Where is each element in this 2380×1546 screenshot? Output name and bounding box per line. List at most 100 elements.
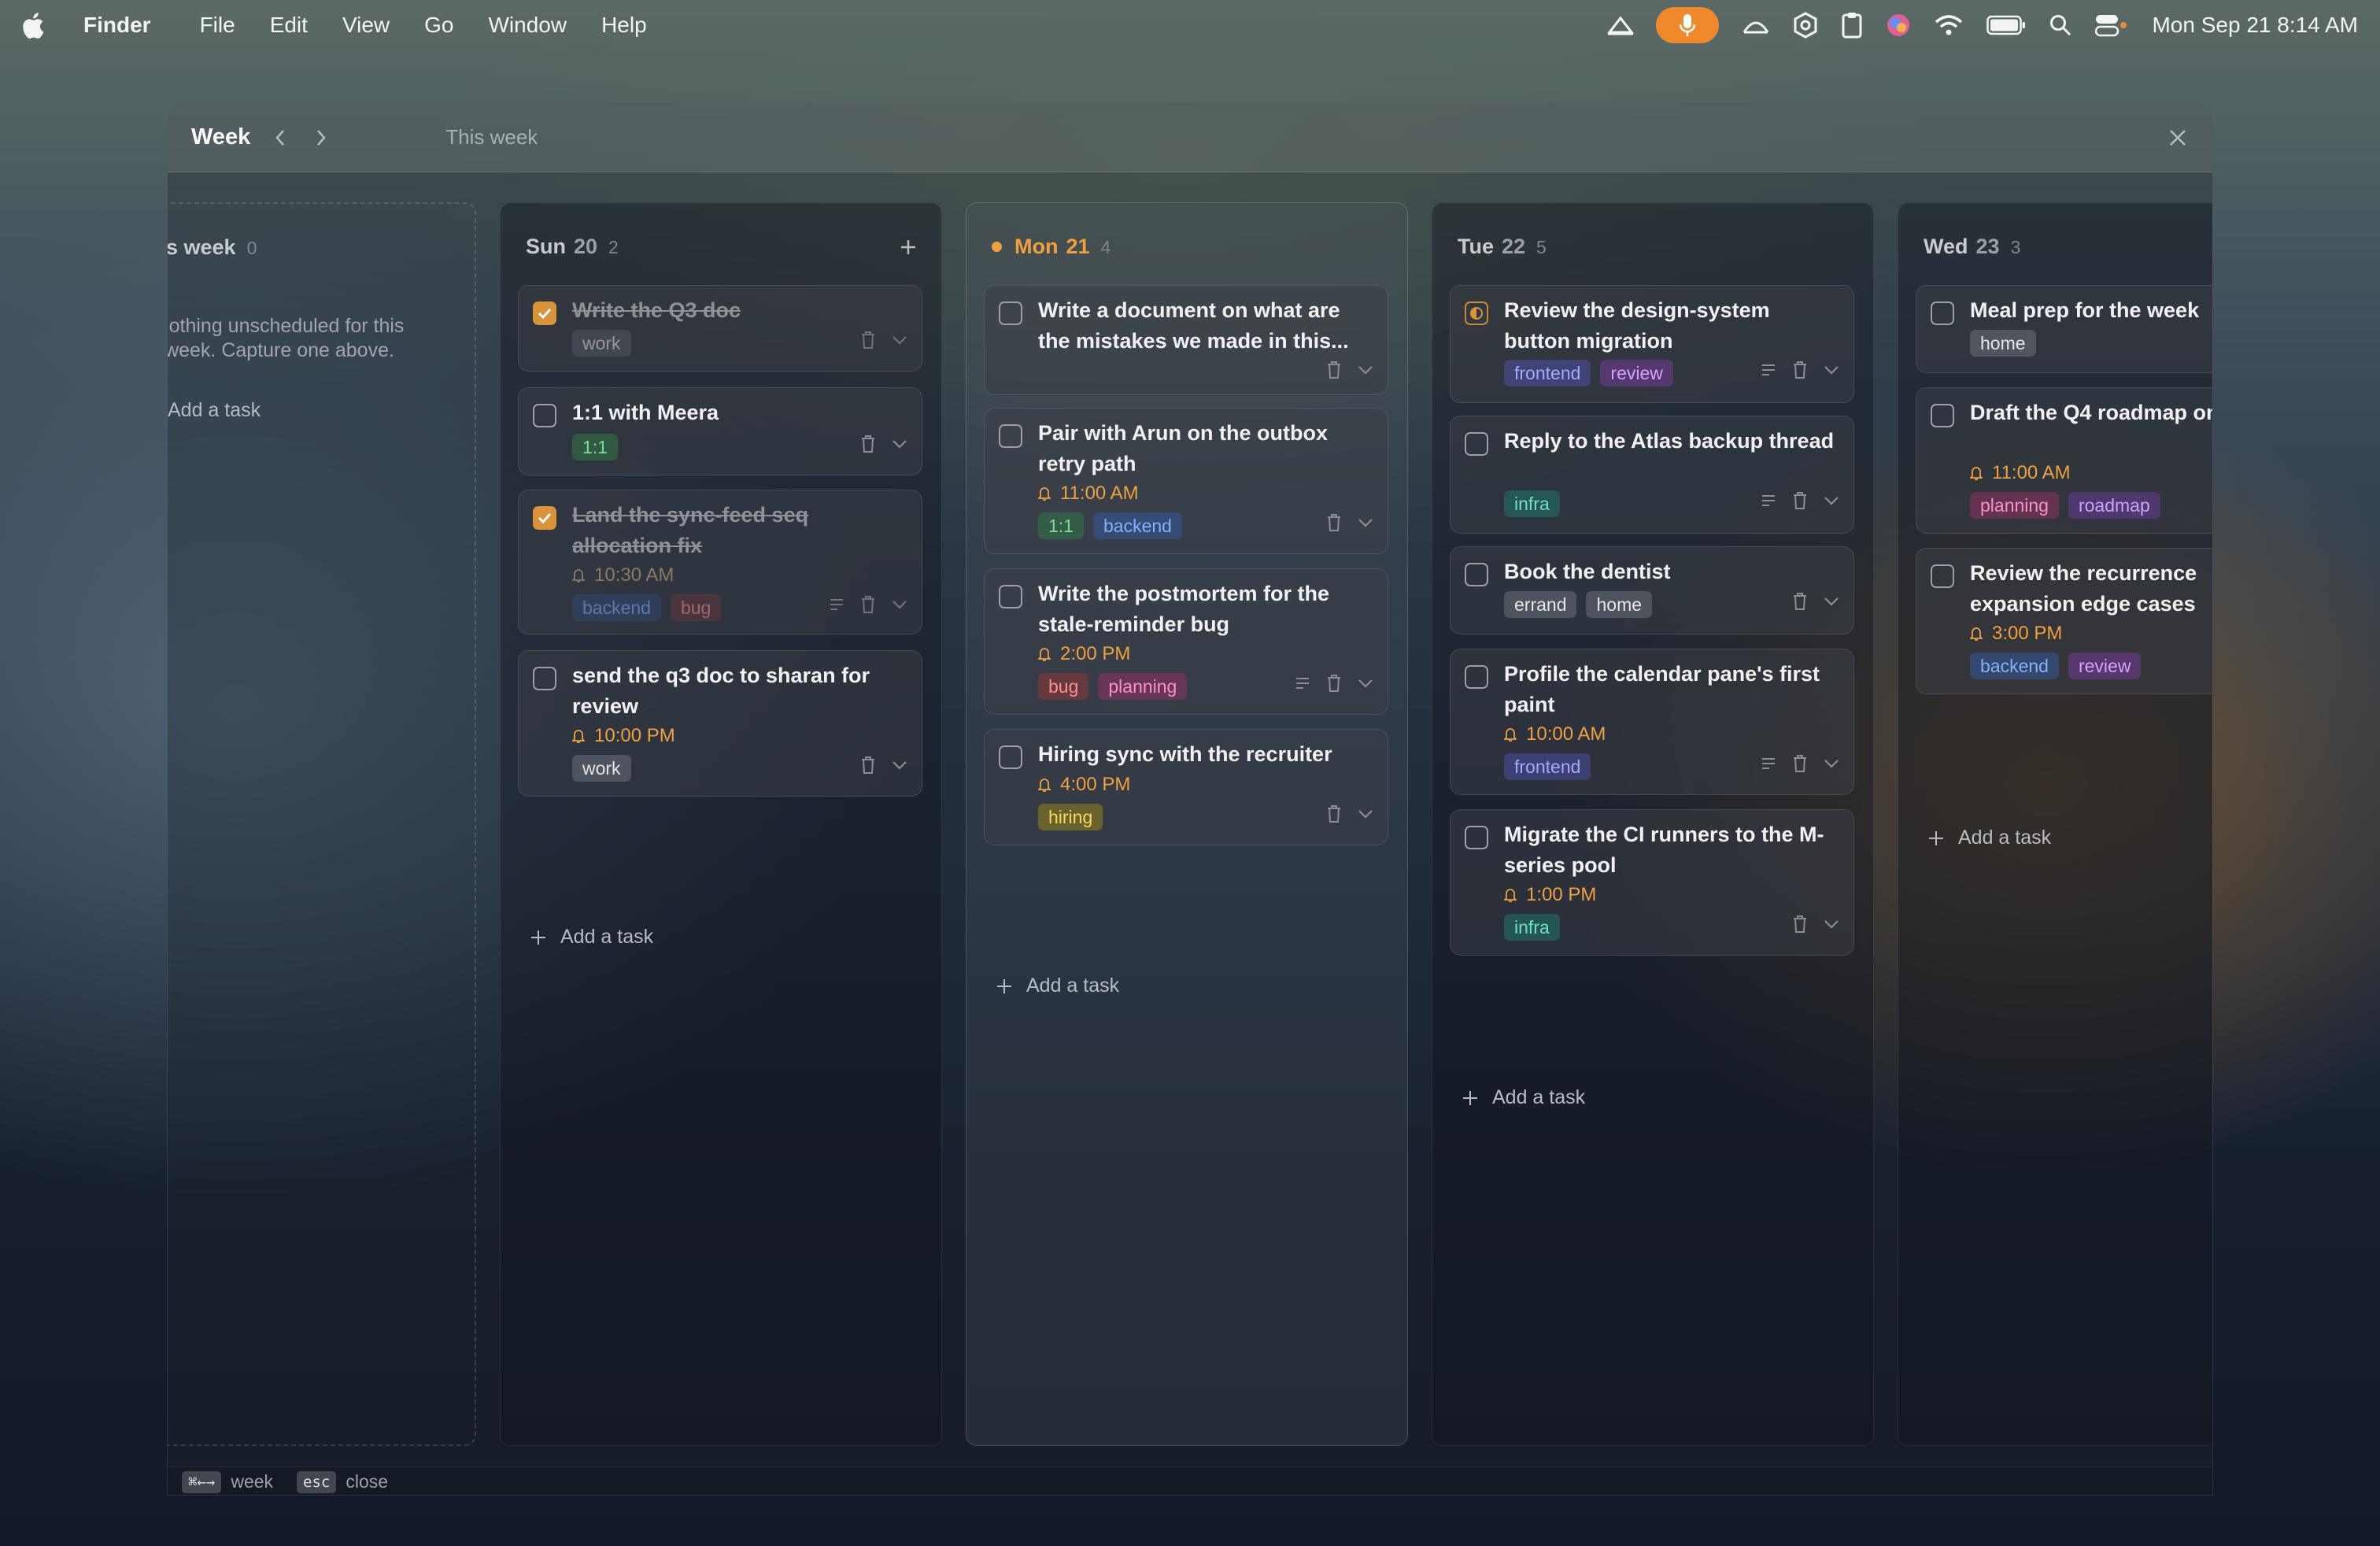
chevron-down-icon[interactable] bbox=[1356, 512, 1375, 533]
checkbox[interactable] bbox=[1465, 563, 1488, 586]
tag[interactable]: work bbox=[572, 755, 631, 782]
checkbox[interactable] bbox=[1465, 301, 1488, 325]
checkbox[interactable] bbox=[1931, 404, 1954, 427]
notes-icon[interactable] bbox=[1293, 673, 1312, 693]
add-task-button[interactable]: Add a task bbox=[168, 399, 261, 422]
tag[interactable]: infra bbox=[1504, 914, 1560, 941]
tag[interactable]: backend bbox=[1092, 512, 1182, 539]
menu-window[interactable]: Window bbox=[488, 13, 567, 38]
task-card[interactable]: Draft the Q4 roadmap one-pager 11:00 AM … bbox=[1916, 387, 2212, 534]
task-title[interactable]: send the q3 doc to sharan for review bbox=[572, 660, 903, 722]
task-card[interactable]: Write a document on what are the mistake… bbox=[984, 285, 1388, 395]
tag[interactable]: frontend bbox=[1504, 753, 1591, 780]
color-wheel-icon[interactable] bbox=[1886, 9, 1911, 41]
close-icon[interactable] bbox=[2164, 124, 2192, 152]
tag[interactable]: review bbox=[1600, 360, 1673, 386]
chevron-down-icon[interactable] bbox=[1356, 673, 1375, 693]
task-card[interactable]: Review the design-system button migratio… bbox=[1450, 285, 1854, 403]
tag[interactable]: hiring bbox=[1038, 804, 1103, 830]
task-card[interactable]: send the q3 doc to sharan for review 10:… bbox=[518, 650, 922, 797]
task-title[interactable]: Draft the Q4 roadmap one-pager bbox=[1970, 398, 2212, 428]
chevron-down-icon[interactable] bbox=[1822, 753, 1841, 774]
task-card[interactable]: Review the recurrence expansion edge cas… bbox=[1916, 548, 2212, 694]
chevron-down-icon[interactable] bbox=[1356, 360, 1375, 380]
chevron-down-icon[interactable] bbox=[1822, 914, 1841, 934]
tag[interactable]: infra bbox=[1504, 490, 1560, 517]
notes-icon[interactable] bbox=[827, 594, 846, 615]
task-card[interactable]: Write the postmortem for the stale-remin… bbox=[984, 568, 1388, 715]
checkbox[interactable] bbox=[999, 301, 1022, 325]
task-title[interactable]: Book the dentist bbox=[1504, 557, 1835, 587]
menu-help[interactable]: Help bbox=[601, 13, 647, 38]
trash-icon[interactable] bbox=[1791, 591, 1809, 612]
chevron-down-icon[interactable] bbox=[890, 330, 909, 350]
trash-icon[interactable] bbox=[1325, 360, 1343, 380]
tag[interactable]: backend bbox=[572, 594, 661, 621]
airdrop-icon[interactable] bbox=[1743, 9, 1769, 41]
trash-icon[interactable] bbox=[1791, 360, 1809, 380]
search-icon[interactable] bbox=[2049, 9, 2071, 41]
chevron-left-icon[interactable] bbox=[266, 124, 294, 152]
add-task-button[interactable]: Add a task bbox=[996, 975, 1119, 997]
chevron-down-icon[interactable] bbox=[1822, 490, 1841, 511]
tag[interactable]: 1:1 bbox=[572, 434, 618, 460]
task-card[interactable]: 1:1 with Meera 1:1 bbox=[518, 387, 922, 475]
tag[interactable]: roadmap bbox=[2068, 492, 2160, 519]
trash-icon[interactable] bbox=[1325, 804, 1343, 824]
tag[interactable]: home bbox=[1586, 591, 1653, 618]
trash-icon[interactable] bbox=[859, 330, 878, 350]
checkbox[interactable] bbox=[533, 667, 556, 690]
tag[interactable]: errand bbox=[1504, 591, 1577, 618]
this-week-label[interactable]: This week bbox=[445, 125, 538, 150]
tag[interactable]: backend bbox=[1970, 653, 2059, 679]
checkbox[interactable] bbox=[1465, 826, 1488, 849]
checkbox[interactable] bbox=[1465, 665, 1488, 689]
task-card[interactable]: Pair with Arun on the outbox retry path … bbox=[984, 408, 1388, 554]
task-title[interactable]: Profile the calendar pane's first paint bbox=[1504, 659, 1835, 720]
task-title[interactable]: Reply to the Atlas backup thread bbox=[1504, 426, 1835, 457]
tag[interactable]: planning bbox=[1970, 492, 2059, 519]
task-title[interactable]: Write a document on what are the mistake… bbox=[1038, 295, 1369, 357]
tag[interactable]: work bbox=[572, 330, 631, 357]
control-center-icon[interactable] bbox=[2095, 9, 2127, 41]
checkbox[interactable] bbox=[533, 506, 556, 530]
trash-icon[interactable] bbox=[1325, 673, 1343, 693]
task-title[interactable]: Write the Q3 doc bbox=[572, 295, 903, 326]
task-card[interactable]: Book the dentist errand home bbox=[1450, 546, 1854, 634]
task-title[interactable]: Land the sync-feed seq allocation fix bbox=[572, 500, 903, 561]
trash-icon[interactable] bbox=[1791, 490, 1809, 511]
checkbox[interactable] bbox=[533, 301, 556, 325]
tag[interactable]: frontend bbox=[1504, 360, 1591, 386]
menu-app-finder[interactable]: Finder bbox=[83, 13, 151, 38]
chevron-down-icon[interactable] bbox=[890, 434, 909, 454]
trash-icon[interactable] bbox=[1791, 753, 1809, 774]
chevron-down-icon[interactable] bbox=[1822, 360, 1841, 380]
notes-icon[interactable] bbox=[1759, 360, 1778, 380]
plus-icon[interactable] bbox=[896, 235, 921, 260]
menu-go[interactable]: Go bbox=[424, 13, 453, 38]
task-title[interactable]: Meal prep for the week bbox=[1970, 295, 2212, 326]
checkbox[interactable] bbox=[999, 424, 1022, 448]
chevron-down-icon[interactable] bbox=[1356, 804, 1375, 824]
checkbox[interactable] bbox=[533, 404, 556, 427]
notes-icon[interactable] bbox=[1759, 490, 1778, 511]
trash-icon[interactable] bbox=[859, 594, 878, 615]
menubar-clock[interactable]: Mon Sep 21 8:14 AM bbox=[2152, 13, 2358, 38]
task-title[interactable]: Migrate the CI runners to the M-series p… bbox=[1504, 819, 1835, 881]
task-card[interactable]: Land the sync-feed seq allocation fix 10… bbox=[518, 490, 922, 634]
task-card[interactable]: Profile the calendar pane's first paint … bbox=[1450, 649, 1854, 795]
task-card[interactable]: Write the Q3 doc work bbox=[518, 285, 922, 372]
clipboard-icon[interactable] bbox=[1842, 9, 1862, 41]
add-task-button[interactable]: Add a task bbox=[1462, 1086, 1585, 1109]
notes-icon[interactable] bbox=[1759, 753, 1778, 774]
checkbox[interactable] bbox=[999, 585, 1022, 608]
tag[interactable]: home bbox=[1970, 330, 2036, 357]
task-title[interactable]: Pair with Arun on the outbox retry path bbox=[1038, 418, 1369, 479]
chevron-down-icon[interactable] bbox=[890, 594, 909, 615]
wifi-icon[interactable] bbox=[1935, 9, 1963, 41]
task-title[interactable]: Review the recurrence expansion edge cas… bbox=[1970, 558, 2212, 620]
task-title[interactable]: Write the postmortem for the stale-remin… bbox=[1038, 579, 1369, 640]
chevron-down-icon[interactable] bbox=[1822, 591, 1841, 612]
task-card[interactable]: Reply to the Atlas backup thread infra bbox=[1450, 416, 1854, 534]
checkbox[interactable] bbox=[999, 745, 1022, 769]
